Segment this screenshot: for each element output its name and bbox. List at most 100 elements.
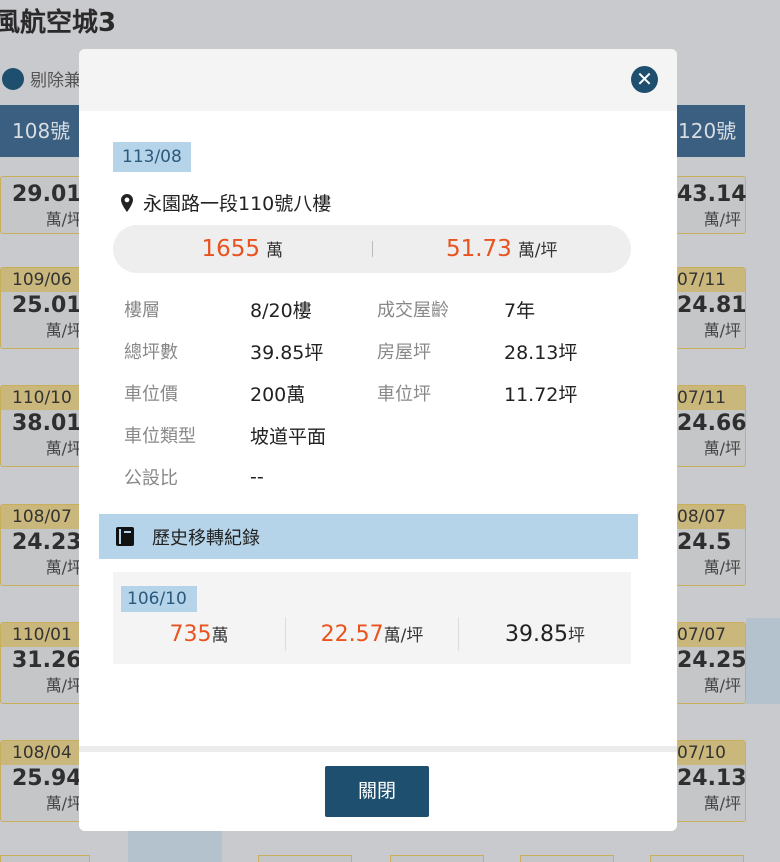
parking-area-label: 車位坪 (377, 384, 431, 405)
history-unit-price-value: 22.57 (320, 622, 384, 647)
unit-card[interactable]: 108/07 24.23 萬/坪 (0, 504, 88, 586)
card-edge (520, 855, 614, 862)
card-unit: 萬/坪 (45, 321, 83, 340)
column-header-left[interactable]: 108號 (0, 105, 82, 157)
age-value: 7年 (504, 300, 536, 322)
public-ratio-label: 公設比 (124, 468, 178, 489)
card-unit: 萬/坪 (703, 794, 741, 813)
public-ratio-value: -- (250, 466, 264, 488)
card-price: 24.66 (677, 411, 747, 436)
card-date: 07/10 (677, 741, 745, 765)
book-icon (116, 527, 134, 546)
modal-header: ✕ (79, 49, 677, 111)
column-header-right[interactable]: 120號 (676, 105, 745, 157)
card-price: 25.94 (12, 766, 82, 791)
history-title: 歷史移轉紀錄 (152, 527, 260, 549)
card-price: 31.26 (12, 648, 82, 673)
parking-type-value: 坡道平面 (250, 426, 327, 448)
card-price: 24.81 (677, 293, 747, 318)
total-area-value: 39.85坪 (250, 342, 324, 364)
card-date: 109/06 (1, 268, 87, 292)
location-pin-icon (121, 193, 133, 212)
card-date: 110/10 (1, 386, 87, 410)
history-unit-price-unit: 萬/坪 (383, 626, 424, 646)
card-date: 108/07 (1, 505, 87, 529)
card-date: 110/01 (1, 623, 87, 647)
unit-card[interactable]: 108/04 25.94 萬/坪 (0, 740, 88, 822)
card-edge (390, 855, 484, 862)
card-unit: 萬/坪 (703, 210, 741, 229)
card-price: 29.01 (12, 182, 82, 207)
house-area-value: 28.13坪 (504, 342, 578, 364)
highlight-strip (746, 618, 780, 704)
card-edge (0, 855, 90, 862)
unit-card[interactable]: 08/07 24.5 萬/坪 (676, 504, 746, 586)
transaction-modal: ✕ 113/08 永園路一段110號八樓 1655 萬 51.73 萬/坪 樓層 8… (79, 49, 677, 831)
card-edge (258, 855, 352, 862)
price-summary: 1655 萬 51.73 萬/坪 (113, 225, 631, 273)
card-price: 24.5 (677, 530, 732, 555)
unit-card[interactable]: 110/01 31.26 萬/坪 (0, 622, 88, 704)
parking-type-label: 車位類型 (124, 426, 196, 447)
unit-card[interactable]: 43.14 萬/坪 (676, 176, 747, 234)
unit-card[interactable]: 29.01 萬/坪 (0, 176, 88, 234)
card-price: 25.01 (12, 293, 82, 318)
history-total-price: 735萬 (113, 621, 285, 647)
history-section-header: 歷史移轉紀錄 (99, 514, 638, 559)
close-button[interactable]: 關閉 (325, 766, 429, 817)
page-title: 風航空城3 (0, 8, 117, 38)
card-price: 38.01 (12, 411, 82, 436)
highlight-strip (128, 830, 222, 862)
unit-price: 51.73 萬/坪 (373, 236, 632, 262)
total-price-value: 1655 (201, 236, 261, 262)
footer-divider (79, 746, 677, 752)
history-unit-price: 22.57萬/坪 (286, 621, 458, 647)
toggle-label: 剔除兼 (30, 71, 81, 91)
card-unit: 萬/坪 (703, 439, 741, 458)
card-price: 24.25 (677, 648, 747, 673)
card-unit: 萬/坪 (45, 676, 83, 695)
unit-card[interactable]: 07/11 24.81 萬/坪 (676, 267, 747, 349)
parking-area-value: 11.72坪 (504, 384, 578, 406)
history-area-value: 39.85 (505, 622, 568, 647)
card-price: 24.23 (12, 530, 82, 555)
unit-card[interactable]: 110/10 38.01 萬/坪 (0, 385, 88, 467)
card-unit: 萬/坪 (45, 558, 83, 577)
history-area-unit: 坪 (567, 626, 585, 646)
card-price: 24.13 (677, 766, 747, 791)
total-area-label: 總坪數 (124, 342, 178, 363)
unit-card[interactable]: 07/10 24.13 萬/坪 (676, 740, 747, 822)
card-unit: 萬/坪 (703, 676, 741, 695)
exclude-toggle[interactable]: 剔除兼 (2, 66, 81, 91)
total-price-unit: 萬 (266, 241, 284, 261)
card-date: 108/04 (1, 741, 87, 765)
card-unit: 萬/坪 (45, 794, 83, 813)
unit-card[interactable]: 07/11 24.66 萬/坪 (676, 385, 747, 467)
card-date: 07/11 (677, 386, 745, 410)
parking-price-label: 車位價 (124, 384, 178, 405)
history-record: 106/10 735萬 22.57萬/坪 39.85坪 (113, 572, 631, 664)
total-price: 1655 萬 (113, 236, 372, 262)
card-unit: 萬/坪 (703, 321, 741, 340)
age-label: 成交屋齡 (377, 300, 449, 321)
history-date-badge: 106/10 (121, 586, 197, 612)
card-unit: 萬/坪 (45, 439, 83, 458)
floor-label: 樓層 (124, 300, 160, 321)
unit-card[interactable]: 07/07 24.25 萬/坪 (676, 622, 747, 704)
unit-card[interactable]: 109/06 25.01 萬/坪 (0, 267, 88, 349)
card-price: 43.14 (677, 182, 747, 207)
card-unit: 萬/坪 (45, 210, 83, 229)
toggle-dot (2, 67, 24, 90)
address: 永園路一段110號八樓 (121, 189, 331, 216)
card-unit: 萬/坪 (703, 558, 741, 577)
card-date: 07/07 (677, 623, 745, 647)
unit-price-unit: 萬/坪 (517, 241, 558, 261)
history-values: 735萬 22.57萬/坪 39.85坪 (113, 616, 631, 652)
history-total-value: 735 (169, 622, 212, 647)
close-icon[interactable]: ✕ (631, 66, 658, 93)
history-total-unit: 萬 (211, 626, 229, 646)
history-area: 39.85坪 (459, 621, 631, 647)
unit-price-value: 51.73 (445, 236, 512, 262)
card-date: 08/07 (677, 505, 745, 529)
transaction-date-badge: 113/08 (113, 142, 191, 172)
